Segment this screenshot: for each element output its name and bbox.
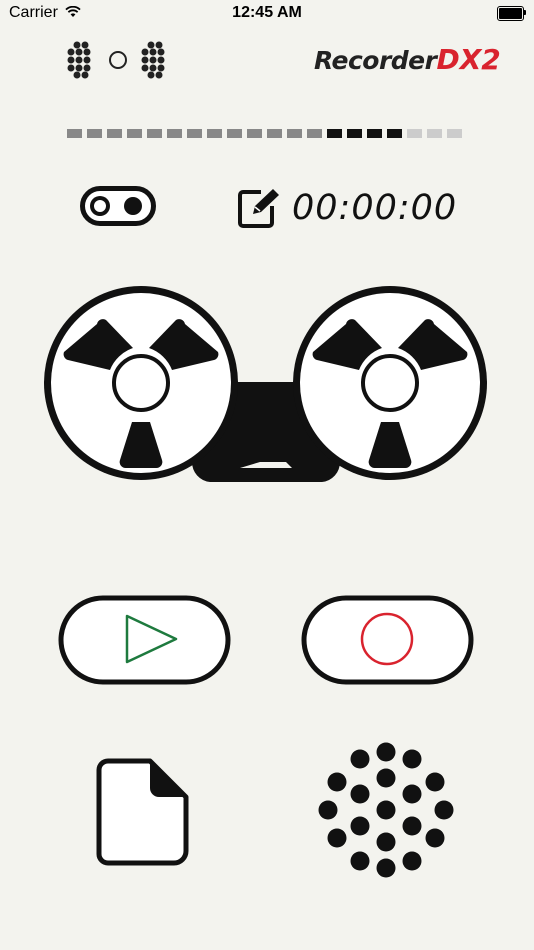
level-segment [447,129,462,138]
status-time: 12:45 AM [232,4,302,21]
left-reel-icon [44,286,238,480]
level-meter [67,129,462,138]
logo-accent: DX2 [436,43,501,76]
battery-icon [497,6,526,21]
level-segment [227,129,242,138]
right-reel-icon [293,286,487,480]
level-segment [347,129,362,138]
level-segment [67,129,82,138]
level-segment [147,129,162,138]
level-segment [127,129,142,138]
level-segment [207,129,222,138]
level-segment [267,129,282,138]
level-segment [367,129,382,138]
record-button[interactable] [301,595,474,685]
level-segment [107,129,122,138]
logo-word: Recorder [314,46,437,75]
level-segment [287,129,302,138]
level-segment [387,129,402,138]
status-bar: Carrier 12:45 AM [0,0,534,28]
elapsed-time: 00:00:00 [292,188,458,228]
play-button[interactable] [58,595,231,685]
level-segment [307,129,322,138]
level-segment [87,129,102,138]
level-segment [427,129,442,138]
level-segment [187,129,202,138]
level-segment [167,129,182,138]
level-segment [407,129,422,138]
level-segment [247,129,262,138]
document-icon[interactable] [96,758,190,866]
edit-icon[interactable] [237,186,281,230]
toggle-switch-icon[interactable] [80,186,156,226]
speaker-dots-icon[interactable] [66,40,170,80]
reel-to-reel-tape-icon [44,286,487,482]
speaker-grille-icon[interactable] [317,742,455,878]
app-logo: RecorderDX2 [314,43,501,76]
level-segment [327,129,342,138]
